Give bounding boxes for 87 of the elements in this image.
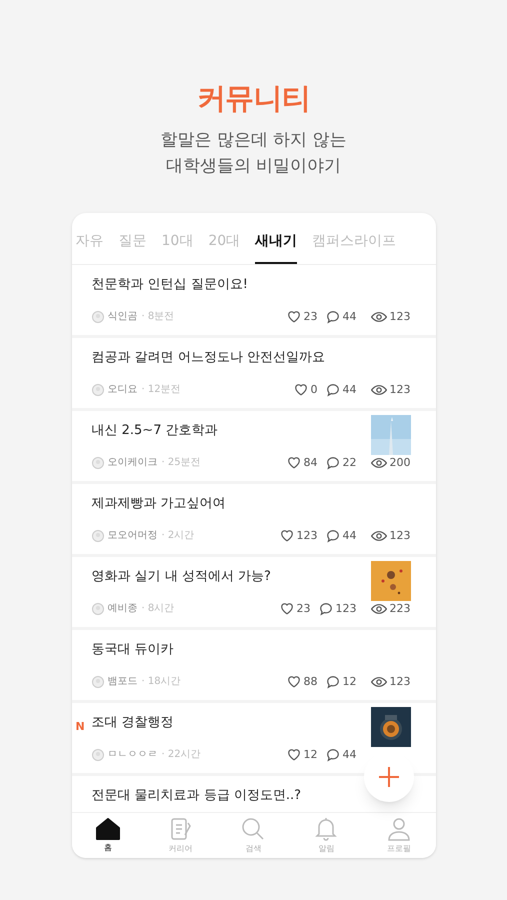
post-title: 내신 2.5~7 간호학과 <box>92 422 219 440</box>
document-icon <box>168 816 193 840</box>
author-name: 식인곰 <box>108 310 138 324</box>
nav-item[interactable]: 홈 <box>78 818 138 854</box>
like-count: 23 <box>304 308 318 324</box>
new-mark: N <box>76 719 85 735</box>
comment-icon <box>326 674 340 689</box>
post-title: 전문대 물리치료과 등급 이정도면..? <box>92 787 302 805</box>
avatar-icon <box>92 530 104 542</box>
view-count: 123 <box>390 308 410 324</box>
post-time: · 25분전 <box>162 456 201 470</box>
post-item[interactable]: 동국대 듀이카 뱀포드 · 18시간 88 12 123 <box>72 630 436 703</box>
post-time: · 12분전 <box>142 383 181 398</box>
post-title: 천문학과 인턴십 질문이요! <box>92 276 249 294</box>
post-title: 컴공과 갈려면 어느정도나 안전선일까요 <box>92 349 326 367</box>
plus-icon <box>378 766 400 788</box>
author-name: 모오어머정 <box>108 529 158 544</box>
post-title: 제과제빵과 가고싶어여 <box>92 495 227 513</box>
category-tab[interactable]: 새내기 <box>255 231 298 264</box>
page-title: 커뮤니티 <box>196 84 310 113</box>
comment-icon <box>326 456 340 470</box>
post-item[interactable]: 영화과 실기 내 성적에서 가능? 예비종 · 8시간 23 123 223 <box>72 557 436 630</box>
comment-count: 123 <box>336 600 356 616</box>
heart-icon <box>286 310 300 324</box>
view-count: 200 <box>390 454 410 470</box>
avatar-icon <box>92 676 104 688</box>
post-title: 동국대 듀이카 <box>92 641 175 659</box>
like-count: 0 <box>310 382 318 398</box>
heart-icon <box>286 748 300 762</box>
subtitle-line: 할말은 많은데 하지 않는 <box>160 129 347 152</box>
view-count: 223 <box>390 600 410 616</box>
post-title: 영화과 실기 내 성적에서 가능? <box>92 568 272 586</box>
eye-icon <box>370 384 386 396</box>
avatar-icon <box>92 602 104 615</box>
author-name: 예비종 <box>108 602 138 616</box>
like-count: 23 <box>296 600 310 616</box>
comment-icon <box>326 382 340 397</box>
author-name: 뱀포드 <box>108 675 138 690</box>
like-count: 123 <box>296 528 318 544</box>
avatar-icon <box>92 748 104 761</box>
comment-count: 22 <box>342 454 356 470</box>
eye-icon <box>370 602 386 615</box>
eye-icon <box>370 676 386 688</box>
user-icon <box>387 816 412 840</box>
bell-icon <box>315 816 338 840</box>
view-count: 123 <box>390 382 410 398</box>
comment-count: 44 <box>342 308 356 324</box>
comment-count: 44 <box>342 746 356 762</box>
comment-count: 12 <box>342 674 356 690</box>
avatar-icon <box>92 456 104 469</box>
eye-icon <box>370 456 386 469</box>
author-name: 오이케이크 <box>108 456 158 470</box>
post-item[interactable]: 내신 2.5~7 간호학과 오이케이크 · 25분전 84 22 200 <box>72 411 436 484</box>
subtitle-line: 대학생들의 비밀이야기 <box>166 155 342 178</box>
author-name: 오디요 <box>108 383 138 398</box>
comment-count: 44 <box>342 382 356 398</box>
comment-icon <box>326 748 340 762</box>
author-name: ㅁㄴㅇㅇㄹ <box>108 748 158 762</box>
post-item[interactable]: 천문학과 인턴십 질문이요! 식인곰 · 8분전 23 44 123 <box>72 265 436 338</box>
avatar-icon <box>92 384 104 396</box>
view-count: 123 <box>390 674 410 690</box>
heart-icon <box>280 602 294 616</box>
heart-icon <box>294 383 308 396</box>
post-item[interactable]: 제과제빵과 가고싶어여 모오어머정 · 2시간 123 44 123 <box>72 484 436 557</box>
search-icon <box>241 816 266 840</box>
comment-icon <box>326 310 340 324</box>
post-time: · 8분전 <box>142 310 174 324</box>
eye-icon <box>370 530 386 542</box>
post-item[interactable]: 컴공과 갈려면 어느정도나 안전선일까요 오디요 · 12분전 0 44 123 <box>72 338 436 411</box>
like-count: 84 <box>304 454 318 470</box>
post-time: · 8시간 <box>142 602 174 616</box>
heart-icon <box>280 529 294 542</box>
home-icon <box>96 818 120 840</box>
post-title: 조대 경찰행정 <box>92 714 175 732</box>
comment-icon <box>326 528 340 543</box>
comment-count: 44 <box>342 528 356 544</box>
like-count: 12 <box>304 746 318 762</box>
eye-icon <box>370 310 386 323</box>
heart-icon <box>286 675 300 688</box>
comment-icon <box>318 602 332 616</box>
post-time: · 18시간 <box>142 675 181 690</box>
like-count: 88 <box>304 674 318 690</box>
view-count: 123 <box>390 528 410 544</box>
post-time: · 2시간 <box>162 529 194 544</box>
avatar-icon <box>92 310 104 323</box>
post-time: · 22시간 <box>162 748 201 762</box>
heart-icon <box>286 456 300 470</box>
